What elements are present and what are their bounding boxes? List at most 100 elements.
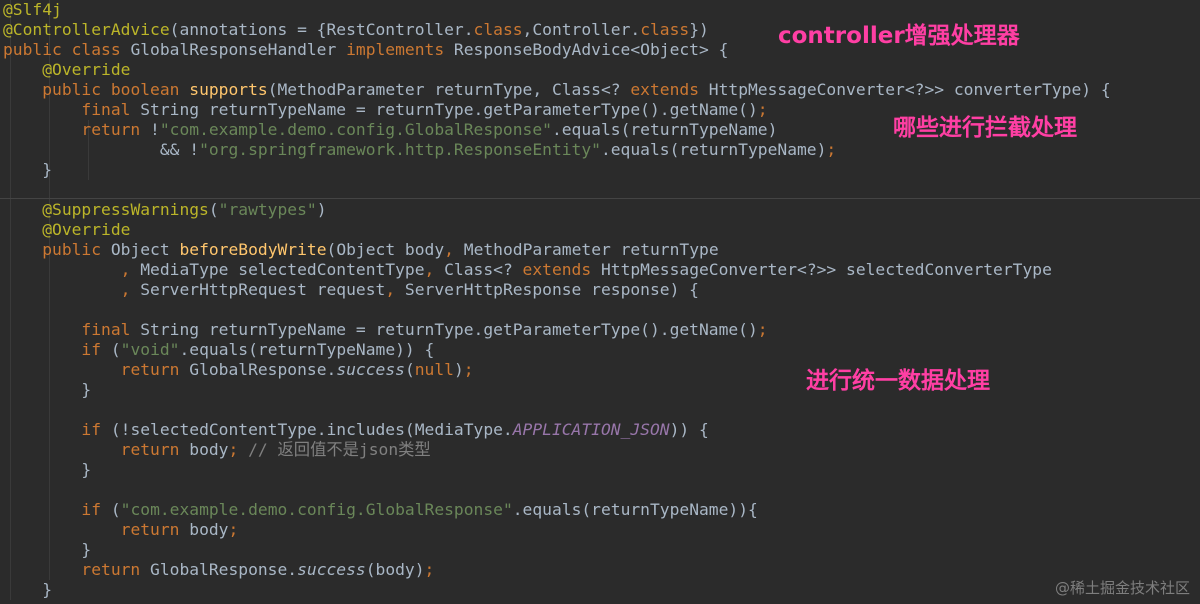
annotation-unified-processing: 进行统一数据处理	[806, 368, 990, 394]
code-token: return	[120, 520, 190, 539]
code-line[interactable]	[3, 480, 1200, 500]
code-token: if	[81, 420, 111, 439]
code-token: }	[3, 380, 92, 399]
code-token: ,	[120, 260, 141, 279]
code-line[interactable]: @Slf4j	[3, 0, 1200, 20]
code-line[interactable]: @Override	[3, 60, 1200, 80]
code-token: class	[473, 20, 523, 39]
code-line[interactable]: return body;	[3, 520, 1200, 540]
code-token: "com.example.demo.config.GlobalResponse"	[159, 120, 552, 139]
code-token: GlobalResponse.	[150, 560, 298, 579]
code-line[interactable]: public class GlobalResponseHandler imple…	[3, 40, 1200, 60]
code-line[interactable]: if ("com.example.demo.config.GlobalRespo…	[3, 500, 1200, 520]
code-token: "org.springframework.http.ResponseEntity…	[199, 140, 601, 159]
code-token: "rawtypes"	[218, 200, 317, 219]
code-token: public	[42, 240, 111, 259]
code-line[interactable]: public boolean supports(MethodParameter …	[3, 80, 1200, 100]
code-token: .equals(returnTypeName)	[600, 140, 827, 159]
code-token: beforeBodyWrite	[179, 240, 327, 259]
code-token: final	[81, 320, 141, 339]
code-token: ;	[463, 360, 474, 379]
code-token: Class<?	[444, 260, 523, 279]
code-line[interactable]: }	[3, 160, 1200, 180]
code-token: @ControllerAdvice	[3, 20, 170, 39]
code-token: (	[110, 340, 121, 359]
code-line[interactable]: @ControllerAdvice(annotations = {RestCon…	[3, 20, 1200, 40]
code-editor[interactable]: @Slf4j @ControllerAdvice(annotations = {R…	[0, 0, 1200, 604]
code-token: return	[120, 440, 190, 459]
code-token: ;	[826, 140, 837, 159]
code-token: MediaType selectedContentType	[140, 260, 425, 279]
code-line[interactable]: && !"org.springframework.http.ResponseEn…	[3, 140, 1200, 160]
code-token: ;	[228, 520, 239, 539]
code-line[interactable]: , MediaType selectedContentType, Class<?…	[3, 260, 1200, 280]
code-token: class	[640, 20, 690, 39]
code-token: public class	[3, 40, 131, 59]
code-token: ;	[757, 100, 768, 119]
code-line[interactable]: , ServerHttpRequest request, ServerHttpR…	[3, 280, 1200, 300]
code-lines[interactable]: @Slf4j @ControllerAdvice(annotations = {R…	[3, 0, 1200, 600]
code-token: .equals(returnTypeName)	[551, 120, 778, 139]
code-token: String returnTypeName = returnType.getPa…	[140, 100, 758, 119]
code-token: @Slf4j	[3, 0, 62, 19]
code-token: @Override	[42, 60, 131, 79]
code-line[interactable]	[3, 180, 1200, 200]
code-token: if	[81, 340, 111, 359]
code-line[interactable]: return GlobalResponse.success(null);	[3, 360, 1200, 380]
code-token: (Object body	[326, 240, 445, 259]
code-token: ,	[120, 280, 141, 299]
code-token: (	[208, 200, 219, 219]
code-token: (	[110, 500, 121, 519]
code-token: body	[189, 440, 229, 459]
code-line[interactable]: public Object beforeBodyWrite(Object bod…	[3, 240, 1200, 260]
code-token: }	[3, 580, 53, 599]
code-line[interactable]	[3, 400, 1200, 420]
code-line[interactable]: if (!selectedContentType.includes(MediaT…	[3, 420, 1200, 440]
code-token: // 返回值不是json类型	[248, 440, 431, 459]
code-token: return	[81, 120, 151, 139]
code-line[interactable]: final String returnTypeName = returnType…	[3, 320, 1200, 340]
annotation-which-intercept: 哪些进行拦截处理	[893, 115, 1077, 141]
code-token: success	[336, 360, 405, 379]
code-token: supports	[189, 80, 268, 99]
code-token: !	[150, 120, 160, 139]
code-line[interactable]: }	[3, 540, 1200, 560]
code-token: )) {	[669, 420, 709, 439]
code-token: RestController.	[326, 20, 474, 39]
code-token: ResponseBodyAdvice<Object> {	[453, 40, 729, 59]
code-token: }	[3, 540, 92, 559]
code-token: GlobalResponseHandler	[130, 40, 347, 59]
code-line[interactable]: return body; // 返回值不是json类型	[3, 440, 1200, 460]
code-token: @Override	[42, 220, 131, 239]
code-token: extends	[522, 260, 601, 279]
code-token: MethodParameter returnType	[463, 240, 719, 259]
code-token: "void"	[120, 340, 180, 359]
code-token: return	[81, 560, 151, 579]
code-line[interactable]: @Override	[3, 220, 1200, 240]
code-line[interactable]: }	[3, 380, 1200, 400]
code-line[interactable]: return GlobalResponse.success(body);	[3, 560, 1200, 580]
code-line[interactable]: @SuppressWarnings("rawtypes")	[3, 200, 1200, 220]
code-token: }	[3, 160, 53, 179]
code-line[interactable]: }	[3, 580, 1200, 600]
code-token: HttpMessageConverter<?>> converterType) …	[708, 80, 1111, 99]
code-line[interactable]: if ("void".equals(returnTypeName)) {	[3, 340, 1200, 360]
code-token: (MethodParameter returnType, Class<?	[267, 80, 631, 99]
code-token: String returnTypeName = returnType.getPa…	[140, 320, 758, 339]
code-token: ,	[444, 240, 464, 259]
code-token: extends	[630, 80, 709, 99]
code-line[interactable]	[3, 300, 1200, 320]
code-line[interactable]: }	[3, 460, 1200, 480]
watermark: @稀土掘金技术社区	[1054, 579, 1190, 597]
